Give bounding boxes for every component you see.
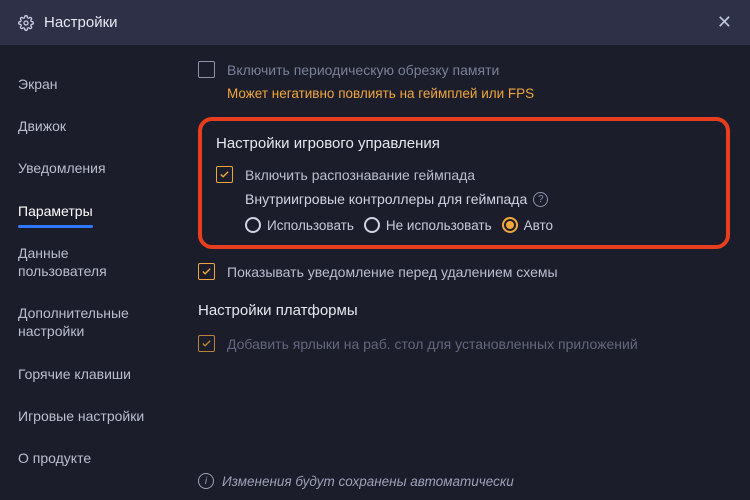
label-add-shortcuts: Добавить ярлыки на раб. стол для установ…: [227, 336, 638, 352]
sidebar-item-label: Уведомления: [18, 160, 106, 176]
sidebar-item-label: О продукте: [18, 450, 91, 466]
sidebar-item-label: Движок: [18, 118, 66, 134]
label-mem-trim: Включить периодическую обрезку памяти: [227, 62, 499, 78]
radio-use[interactable]: [245, 217, 261, 233]
window-title: Настройки: [44, 14, 118, 31]
sidebar: Экран Движок Уведомления Параметры Данны…: [0, 45, 178, 500]
titlebar: Настройки ✕: [0, 0, 750, 45]
radio-dont[interactable]: [364, 217, 380, 233]
radio-label-use: Использовать: [267, 218, 354, 233]
checkbox-add-shortcuts[interactable]: [198, 335, 215, 352]
section-game-controls-title: Настройки игрового управления: [216, 135, 712, 152]
sidebar-item-label: Игровые настройки: [18, 408, 144, 424]
section-platform-title: Настройки платформы: [198, 302, 730, 319]
sidebar-item-label: Дополнительные настройки: [18, 305, 129, 339]
sidebar-item-screen[interactable]: Экран: [0, 63, 178, 105]
sidebar-item-label: Данные пользователя: [18, 245, 107, 279]
label-enable-gamepad: Включить распознавание геймпада: [245, 167, 475, 183]
checkbox-mem-trim[interactable]: [198, 61, 215, 78]
radio-auto[interactable]: [502, 217, 518, 233]
content-pane: Включить периодическую обрезку памяти Мо…: [178, 45, 750, 500]
autosave-notice: i Изменения будут сохранены автоматическ…: [198, 452, 750, 500]
sidebar-item-advanced[interactable]: Дополнительные настройки: [0, 292, 178, 352]
sidebar-item-hotkeys[interactable]: Горячие клавиши: [0, 353, 178, 395]
radio-label-dont: Не использовать: [386, 218, 492, 233]
sidebar-item-about[interactable]: О продукте: [0, 437, 178, 479]
radio-label-auto: Авто: [524, 218, 553, 233]
help-icon[interactable]: ?: [533, 192, 548, 207]
close-icon[interactable]: ✕: [717, 12, 732, 33]
autosave-text: Изменения будут сохранены автоматически: [222, 474, 514, 489]
sidebar-item-gamesettings[interactable]: Игровые настройки: [0, 395, 178, 437]
sidebar-item-label: Параметры: [18, 203, 93, 219]
gear-icon: [18, 15, 34, 31]
sidebar-item-label: Горячие клавиши: [18, 366, 131, 382]
checkbox-show-notification[interactable]: [198, 263, 215, 280]
label-show-notification: Показывать уведомление перед удалением с…: [227, 264, 558, 280]
game-controls-highlight: Настройки игрового управления Включить р…: [198, 117, 730, 249]
warn-mem-trim: Может негативно повлиять на геймплей или…: [227, 86, 730, 101]
label-ingame-controllers: Внутриигровые контроллеры для геймпада: [245, 191, 527, 207]
sidebar-item-engine[interactable]: Движок: [0, 105, 178, 147]
sidebar-item-userdata[interactable]: Данные пользователя: [0, 232, 178, 292]
checkbox-enable-gamepad[interactable]: [216, 166, 233, 183]
sidebar-item-label: Экран: [18, 76, 58, 92]
sidebar-item-notifications[interactable]: Уведомления: [0, 147, 178, 189]
sidebar-item-parameters[interactable]: Параметры: [0, 190, 178, 232]
info-icon: i: [198, 473, 214, 489]
